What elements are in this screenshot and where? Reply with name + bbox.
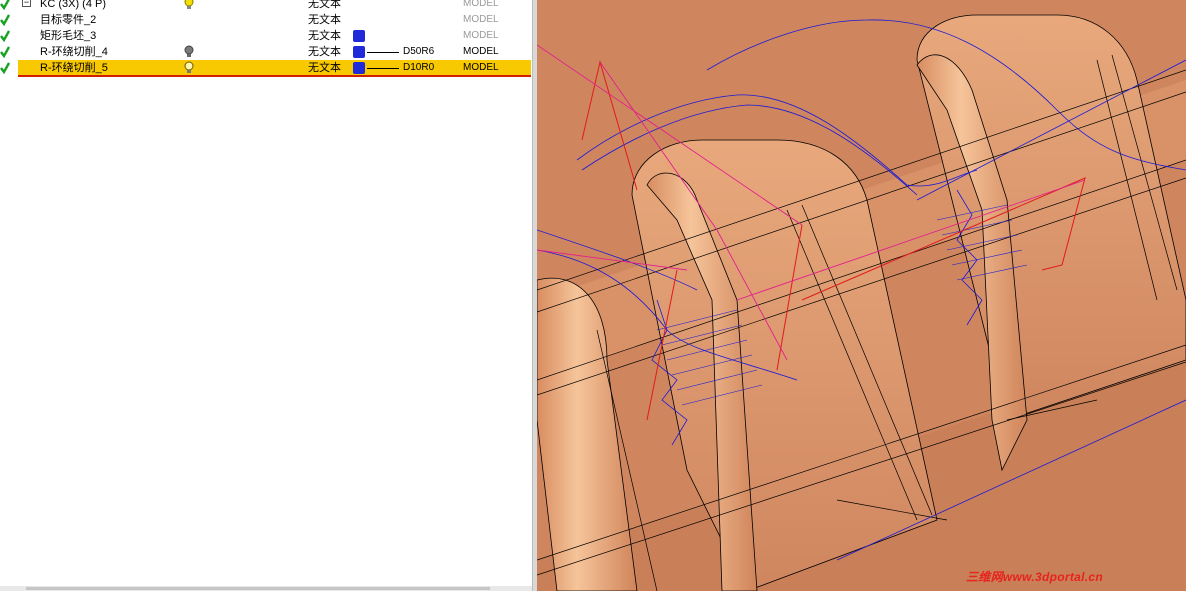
text-column: 无文本 [308,0,341,10]
model-label: MODEL [463,30,499,41]
color-swatch[interactable] [353,62,365,74]
tool-connector-line [367,52,399,53]
operation-name: R-环绕切削_4 [40,46,108,58]
tree-row-contour-5[interactable]: R-环绕切削_5 无文本 D10R0 MODEL [0,60,532,77]
check-icon [0,46,10,58]
color-swatch[interactable] [353,30,365,42]
operation-name: 目标零件_2 [40,14,97,26]
operation-tree-panel: − KC (3X) (4 P) 无文本 MODEL 目标零件_2 无文本 MOD… [0,0,532,591]
tree-row-contour-4[interactable]: R-环绕切削_4 无文本 D50R6 MODEL [0,44,532,60]
text-column: 无文本 [308,62,341,74]
model-label: MODEL [463,46,499,57]
text-column: 无文本 [308,30,341,42]
3d-viewport[interactable] [537,0,1186,591]
tool-connector-line [367,68,399,69]
tree-row-target-part[interactable]: 目标零件_2 无文本 MODEL [0,12,532,28]
lightbulb-on-icon[interactable] [183,0,195,11]
horizontal-scrollbar[interactable] [0,586,532,591]
tree-row-kc[interactable]: − KC (3X) (4 P) 无文本 MODEL [0,0,532,12]
lightbulb-outline-icon[interactable] [183,61,195,75]
color-swatch[interactable] [353,46,365,58]
lightbulb-off-icon[interactable] [183,45,195,59]
check-icon [0,14,10,26]
check-icon [0,0,10,10]
operation-name: R-环绕切削_5 [40,62,108,74]
check-icon [0,30,10,42]
collapse-toggle[interactable]: − [22,0,31,7]
text-column: 无文本 [308,14,341,26]
operation-name: KC (3X) (4 P) [40,0,107,10]
model-label: MODEL [463,14,499,25]
watermark-text: 三维网www.3dportal.cn [966,570,1103,584]
tool-label: D50R6 [403,46,435,57]
operation-name: 矩形毛坯_3 [40,30,97,42]
check-icon [0,62,10,74]
tree-row-stock[interactable]: 矩形毛坯_3 无文本 MODEL [0,28,532,44]
tool-label: D10R0 [403,62,435,73]
scrollbar-thumb[interactable] [26,587,490,590]
model-render [537,0,1186,591]
model-label: MODEL [463,62,499,73]
text-column: 无文本 [308,46,341,58]
model-label: MODEL [463,0,499,9]
